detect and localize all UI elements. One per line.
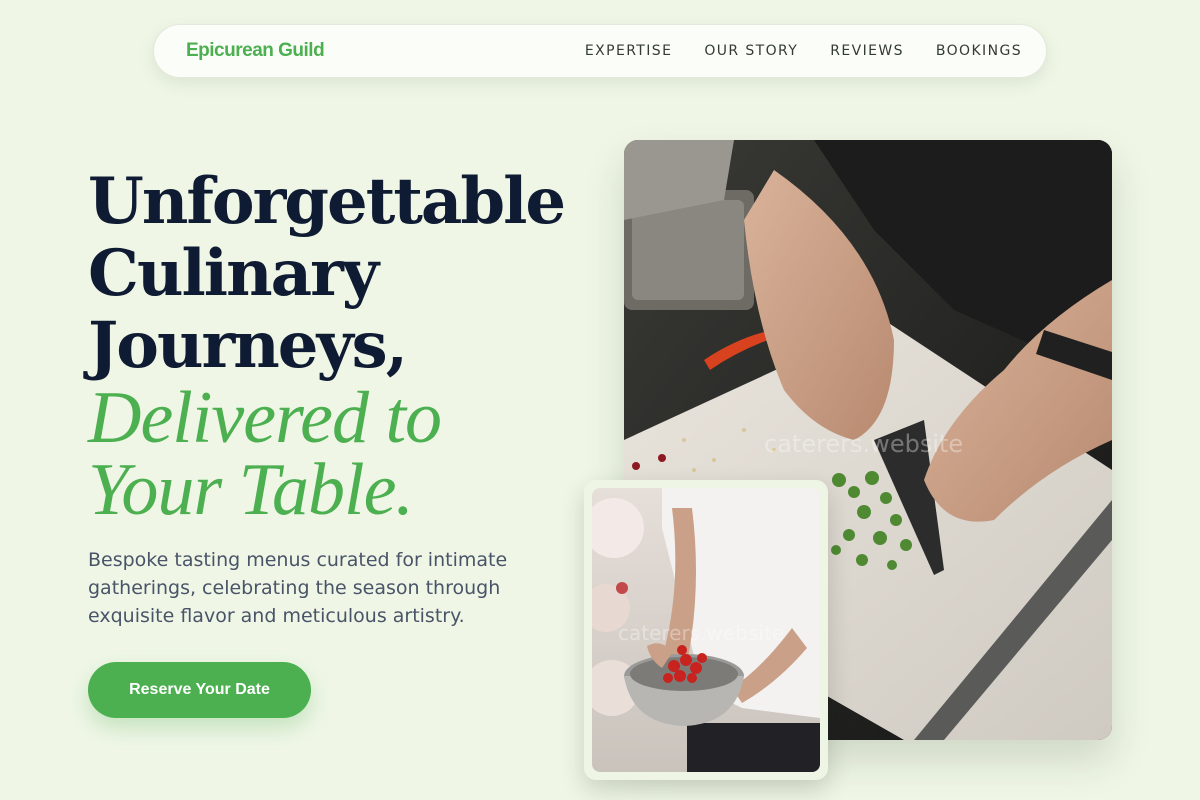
tomato-bowl-photo: caterers.website xyxy=(592,488,820,772)
hero-title-line-2: Culinary xyxy=(88,236,379,311)
hero-subtitle: Bespoke tasting menus curated for intima… xyxy=(88,549,508,627)
hero-title-line-1: Unforgettable xyxy=(88,164,566,239)
hero-accent-line-1: Delivered to xyxy=(88,377,442,459)
nav-link-bookings[interactable]: BOOKINGS xyxy=(936,43,1022,59)
brand-logo[interactable]: Epicurean Guild xyxy=(186,40,325,62)
nav-link-expertise[interactable]: EXPERTISE xyxy=(585,43,672,59)
small-photo-watermark: caterers.website xyxy=(618,621,784,645)
nav-link-our-story[interactable]: OUR STORY xyxy=(704,43,798,59)
tomato-bowl-photo-frame: caterers.website xyxy=(584,480,828,780)
main-photo-watermark: caterers.website xyxy=(764,430,963,458)
hero-accent-line-2: Your Table. xyxy=(88,449,414,531)
hero-title: Unforgettable Culinary Journeys, Deliver… xyxy=(88,164,568,531)
hero-title-line-3: Journeys, xyxy=(88,308,408,383)
nav-link-reviews[interactable]: REVIEWS xyxy=(830,43,904,59)
top-navbar: Epicurean Guild EXPERTISE OUR STORY REVI… xyxy=(153,24,1047,78)
reserve-button[interactable]: Reserve Your Date xyxy=(88,662,311,718)
nav-links: EXPERTISE OUR STORY REVIEWS BOOKINGS xyxy=(585,43,1022,59)
